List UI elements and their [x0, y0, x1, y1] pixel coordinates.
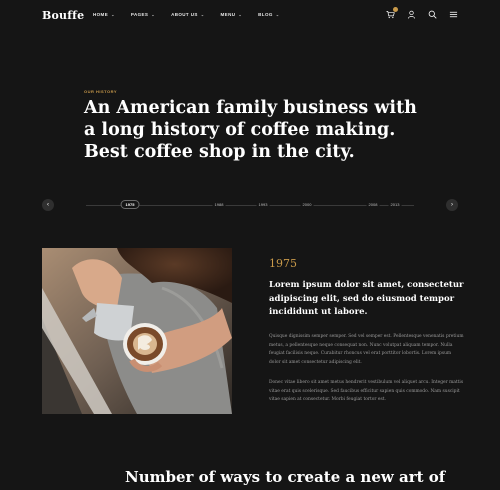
timeline-year-2013[interactable]: 2013: [388, 202, 402, 207]
top-navigation: Bouffe HOME ⌄ PAGES ⌄ ABOUT US ⌄ MENU ⌄ …: [0, 0, 500, 32]
main-menu: HOME ⌄ PAGES ⌄ ABOUT US ⌄ MENU ⌄ BLOG ⌄: [93, 12, 296, 17]
menu-item-label: MENU: [220, 12, 236, 17]
cart-badge: [393, 7, 398, 12]
chevron-left-icon: ‹: [47, 202, 49, 208]
menu-item-blog[interactable]: BLOG ⌄: [258, 12, 279, 17]
section-title: Number of ways to create a new art of: [125, 468, 446, 486]
timeline-year-1993[interactable]: 1993: [256, 202, 270, 207]
timeline-next-button[interactable]: ›: [446, 199, 458, 211]
brand-logo[interactable]: Bouffe: [42, 9, 84, 22]
menu-item-menu[interactable]: MENU ⌄: [221, 12, 243, 17]
menu-item-label: BLOG: [258, 12, 273, 17]
search-icon[interactable]: [428, 10, 437, 19]
chevron-down-icon: ⌄: [111, 12, 115, 17]
menu-item-label: PAGES: [130, 12, 149, 17]
chevron-down-icon: ⌄: [275, 12, 280, 17]
history-timeline: ‹ 1975 1988 1993 2000 2008 2013 ›: [42, 199, 458, 211]
cart-icon[interactable]: [386, 7, 398, 19]
timeline-year-1988[interactable]: 1988: [212, 202, 226, 207]
story-paragraph-1: Quisque dignissim semper semper. Sed vel…: [269, 334, 464, 365]
chevron-down-icon: ⌄: [200, 12, 205, 17]
menu-icon[interactable]: [449, 10, 458, 19]
menu-item-pages[interactable]: PAGES ⌄: [131, 12, 155, 17]
chevron-down-icon: ⌄: [151, 12, 156, 17]
story-lead: Lorem ipsum dolor sit amet, consectetur …: [269, 280, 464, 317]
nav-icon-group: [374, 7, 458, 19]
section-eyebrow: OUR HISTORY: [84, 89, 118, 94]
story-year: 1975: [269, 257, 297, 270]
menu-item-about-us[interactable]: ABOUT US ⌄: [171, 12, 204, 17]
user-icon[interactable]: [407, 10, 416, 19]
menu-item-home[interactable]: HOME ⌄: [93, 12, 115, 17]
menu-item-label: HOME: [93, 12, 109, 17]
menu-item-label: ABOUT US: [171, 12, 198, 17]
page-headline: An American family business with a long …: [84, 98, 417, 162]
timeline-year-2000[interactable]: 2000: [300, 202, 314, 207]
barista-latte-photo: [42, 248, 232, 414]
chevron-down-icon: ⌄: [238, 12, 243, 17]
timeline-prev-button[interactable]: ‹: [42, 199, 54, 211]
timeline-year-1975[interactable]: 1975: [120, 200, 140, 209]
story-paragraph-2: Donec vitae libero sit amet metus hendre…: [269, 380, 464, 402]
timeline-year-2008[interactable]: 2008: [366, 202, 380, 207]
chevron-right-icon: ›: [451, 202, 453, 208]
